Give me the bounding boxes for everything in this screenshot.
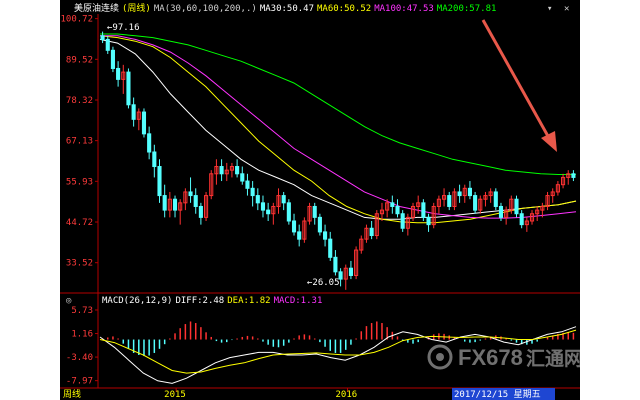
candle-body	[348, 267, 353, 276]
legend-0: 美原油连续	[74, 2, 119, 14]
ma-line-ma60	[99, 35, 577, 224]
candle-body	[291, 220, 297, 233]
candle-body	[198, 205, 203, 218]
candle-body	[421, 202, 426, 218]
low-annotation: ←26.05	[307, 278, 340, 288]
candle-body	[141, 111, 147, 135]
y-tick-label: 33.52	[66, 259, 93, 269]
candle-body	[152, 151, 157, 168]
candle-body	[193, 195, 198, 207]
candle-body	[457, 191, 462, 197]
macd-y-tick-label: -7.97	[66, 377, 93, 387]
macd-y-tick-label: -3.40	[66, 353, 93, 363]
candle-body	[519, 213, 524, 226]
legend-3: MA30:50.47	[260, 4, 314, 14]
candle-body	[317, 216, 322, 233]
y-tick-label: 55.93	[66, 177, 93, 187]
candle-body	[188, 191, 193, 197]
candle-body	[571, 173, 576, 178]
candle-body	[400, 213, 405, 229]
macd-header-legend: MACD(26,12,9) DIFF:2.48 DEA:1.82 MACD:1.31	[102, 296, 322, 306]
y-tick-label: 100.72	[60, 15, 93, 25]
candle-body	[328, 238, 333, 258]
candle-body	[131, 104, 136, 120]
candle-body	[473, 195, 478, 211]
legend-2: MA(30,60,100,200,.)	[154, 4, 257, 14]
candle-body	[235, 166, 240, 175]
candlesticks	[100, 31, 576, 290]
candle-body	[240, 173, 245, 182]
chart-stage: 100.72 89.52 78.32 67.13 55.93 44.72 33.52 5.73…	[60, 0, 580, 400]
candle-body	[250, 187, 255, 197]
legend-6: MA200:57.81	[437, 4, 497, 14]
ma-line-ma30	[99, 38, 577, 220]
candle-body	[147, 133, 152, 153]
legend-3: MACD:1.31	[274, 296, 323, 306]
macd-y-tick-label: 1.16	[71, 330, 93, 340]
legend-1: (周线)	[122, 2, 151, 14]
menu-toggle-icon[interactable]: ▾	[547, 4, 552, 14]
candle-body	[157, 166, 162, 197]
watermark-logo: FX678	[458, 345, 523, 370]
candle-body	[266, 209, 271, 215]
panel-menu-icon[interactable]: ◎	[66, 296, 72, 306]
candle-body	[514, 198, 519, 215]
watermark: FX678 汇通网	[427, 344, 580, 370]
candle-body	[369, 227, 374, 237]
candle-body	[245, 180, 250, 189]
candle-body	[426, 216, 431, 226]
candle-body	[116, 67, 121, 80]
candle-body	[260, 202, 266, 211]
ma-line-ma100	[100, 35, 577, 219]
chart-svg: 100.72 89.52 78.32 67.13 55.93 44.72 33.52 5.73…	[60, 2, 580, 400]
candle-body	[162, 195, 167, 211]
x-tick-label: 2016	[336, 390, 358, 400]
candle-body	[110, 49, 115, 69]
candle-body	[498, 205, 504, 218]
candle-body	[312, 205, 317, 218]
candle-body	[297, 231, 302, 240]
legend-1: DIFF:2.48	[175, 296, 224, 306]
watermark-cn: 汇通网	[526, 348, 580, 370]
candle-body	[286, 202, 291, 222]
candle-body	[395, 205, 400, 215]
macd-y-tick-label: 5.73	[71, 306, 93, 316]
period-label[interactable]: 周线	[63, 388, 81, 400]
candle-body	[390, 202, 395, 207]
candle-body	[333, 256, 338, 273]
close-icon[interactable]: ✕	[564, 4, 569, 14]
legend-0: MACD(26,12,9)	[102, 296, 172, 306]
candle-body	[219, 166, 224, 175]
high-annotation: ←97.16	[107, 23, 140, 33]
arrow-annotation	[481, 19, 557, 152]
candle-body	[467, 187, 472, 197]
y-tick-label: 78.32	[66, 96, 93, 106]
legend-2: DEA:1.82	[227, 296, 270, 306]
y-tick-label: 67.13	[66, 137, 93, 147]
moving-average-lines	[99, 33, 577, 224]
candle-body	[493, 191, 498, 207]
candle-body	[447, 195, 452, 207]
candle-body	[126, 71, 131, 106]
x-tick-label: 2015	[164, 390, 186, 400]
y-tick-label: 89.52	[66, 55, 93, 65]
ma-line-ma200	[100, 33, 576, 175]
candle-body	[105, 38, 110, 51]
candle-body	[323, 231, 328, 240]
legend-4: MA60:50.52	[317, 4, 371, 14]
legend-5: MA100:47.53	[374, 4, 434, 14]
candle-body	[281, 195, 286, 204]
main-header-legend: 美原油连续 (周线) MA(30,60,100,200,.) MA30:50.47 MA…	[74, 2, 496, 14]
y-tick-label: 44.72	[66, 218, 93, 228]
date-badge: 2017/12/15 星期五	[454, 389, 541, 400]
candle-body	[172, 198, 178, 211]
chart-frame	[60, 14, 580, 389]
candle-body	[255, 195, 260, 204]
candle-body	[100, 35, 105, 40]
